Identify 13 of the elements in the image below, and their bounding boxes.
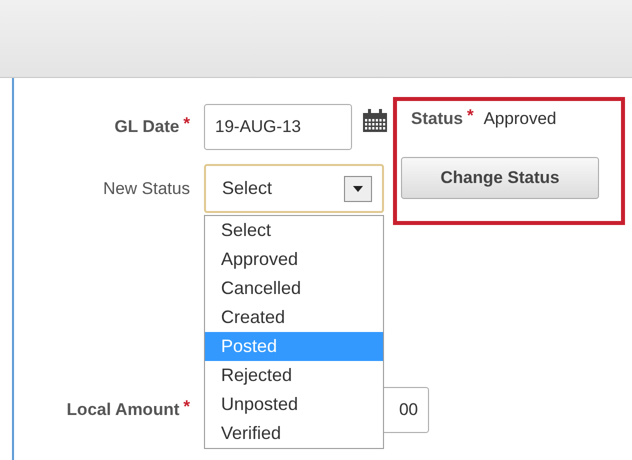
status-select[interactable]: Select [204,164,384,213]
caret-icon [344,176,372,202]
required-mark: * [183,114,190,134]
field-label: GL Date [114,117,180,137]
field-label: New Status [103,178,190,198]
status-value: Approved [484,109,556,129]
calendar-icon[interactable] [362,109,388,133]
required-mark: * [466,106,474,126]
field-label: Local Amount [66,400,180,420]
required-mark: * [183,397,190,417]
date-field[interactable]: 19-AUG-13 [204,104,352,150]
change-status-button[interactable]: Change Status [401,157,599,199]
field-label: Status [411,109,463,129]
